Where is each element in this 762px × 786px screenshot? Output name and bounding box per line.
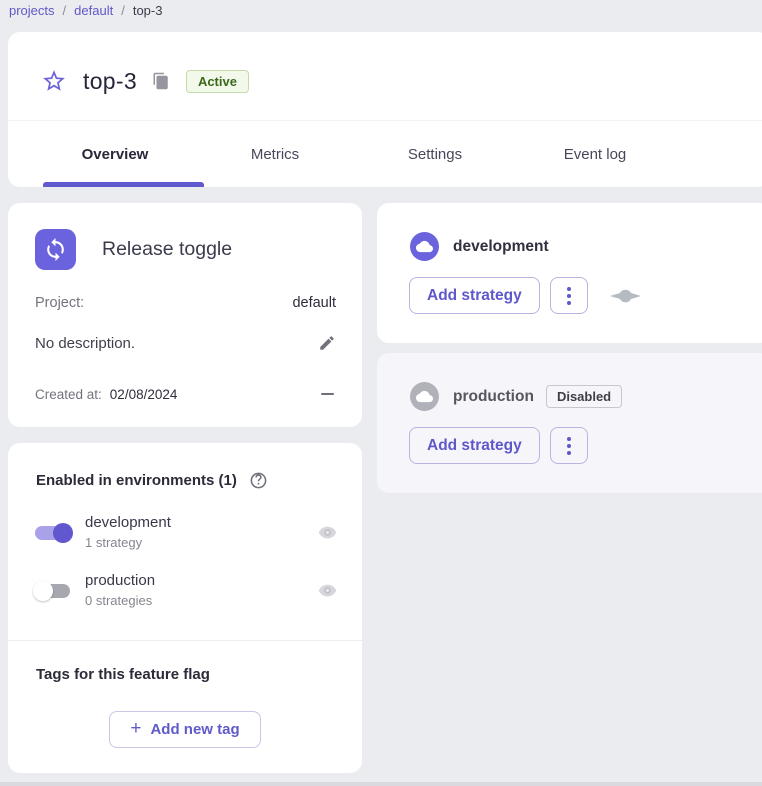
bottom-edge-strip [0,782,762,786]
environments-title: Enabled in environments (1) [36,472,237,489]
add-new-tag-button[interactable]: + Add new tag [109,711,261,748]
active-tab-indicator [43,182,204,187]
copy-icon[interactable] [152,72,170,90]
page-title: top-3 [83,68,137,95]
tags-section-title: Tags for this feature flag [36,666,210,683]
plus-icon: + [130,719,141,738]
add-new-tag-label: Add new tag [150,721,239,738]
kebab-menu-button[interactable] [550,277,588,314]
strategy-card-production: production Disabled Add strategy [377,353,762,493]
description-text: No description. [35,335,135,352]
card-divider [8,640,362,641]
strategy-card-development: development Add strategy [377,203,762,343]
visibility-eye-icon[interactable] [318,581,337,600]
breadcrumb-separator: / [63,3,67,18]
project-value: default [292,295,336,311]
tab-settings[interactable]: Settings [355,124,515,184]
tab-bar: Overview Metrics Settings Event log [35,124,675,184]
visibility-eye-icon[interactable] [318,523,337,542]
created-label: Created at: [35,387,102,402]
breadcrumb-separator: / [121,3,125,18]
add-strategy-button[interactable]: Add strategy [409,427,540,464]
add-strategy-button[interactable]: Add strategy [409,277,540,314]
environment-row-development: development 1 strategy [31,514,337,551]
environment-strategy-count: 0 strategies [85,593,155,609]
created-row: Created at: 02/08/2024 [35,386,336,402]
breadcrumb: projects / default / top-3 [9,3,162,18]
node-connector-icon [610,289,641,303]
environment-name: production [85,572,155,589]
cloud-environment-icon [410,382,439,411]
feature-header-card: top-3 Active Overview Metrics Settings E… [8,32,762,187]
strategy-environment-name: production [453,388,534,406]
flag-type-label: Release toggle [102,238,232,261]
help-icon[interactable] [249,471,268,490]
kebab-menu-button[interactable] [550,427,588,464]
strategy-environment-name: development [453,238,549,256]
description-row: No description. [35,334,336,352]
breadcrumb-current: top-3 [133,3,163,18]
release-toggle-icon [35,229,76,270]
tab-event-log[interactable]: Event log [515,124,675,184]
header-divider [8,120,762,121]
status-badge: Active [186,70,249,93]
environment-strategy-count: 1 strategy [85,535,171,551]
created-value: 02/08/2024 [110,387,178,402]
strategy-card-header: development [410,232,549,261]
edit-pencil-icon[interactable] [318,334,336,352]
breadcrumb-link-default[interactable]: default [74,3,113,18]
cloud-environment-icon [410,232,439,261]
disabled-badge: Disabled [546,385,622,408]
tab-overview[interactable]: Overview [35,124,195,184]
strategy-actions-row: Add strategy [409,277,641,314]
breadcrumb-link-projects[interactable]: projects [9,3,55,18]
collapse-minus-icon[interactable] [321,386,336,402]
strategy-actions-row: Add strategy [409,427,588,464]
strategy-card-header: production Disabled [410,382,622,411]
environments-title-row: Enabled in environments (1) [36,471,268,490]
tab-metrics[interactable]: Metrics [195,124,355,184]
environment-row-production: production 0 strategies [31,572,337,609]
flag-details-card: Release toggle Project: default No descr… [8,203,362,427]
development-toggle[interactable] [31,522,75,544]
flag-type-row: Release toggle [35,229,232,270]
environment-name: development [85,514,171,531]
environments-card: Enabled in environments (1) development … [8,443,362,773]
feature-title-row: top-3 Active [41,59,249,103]
project-row: Project: default [35,295,336,311]
favorite-star-icon[interactable] [41,68,67,94]
production-toggle[interactable] [31,580,75,602]
project-label: Project: [35,295,84,311]
